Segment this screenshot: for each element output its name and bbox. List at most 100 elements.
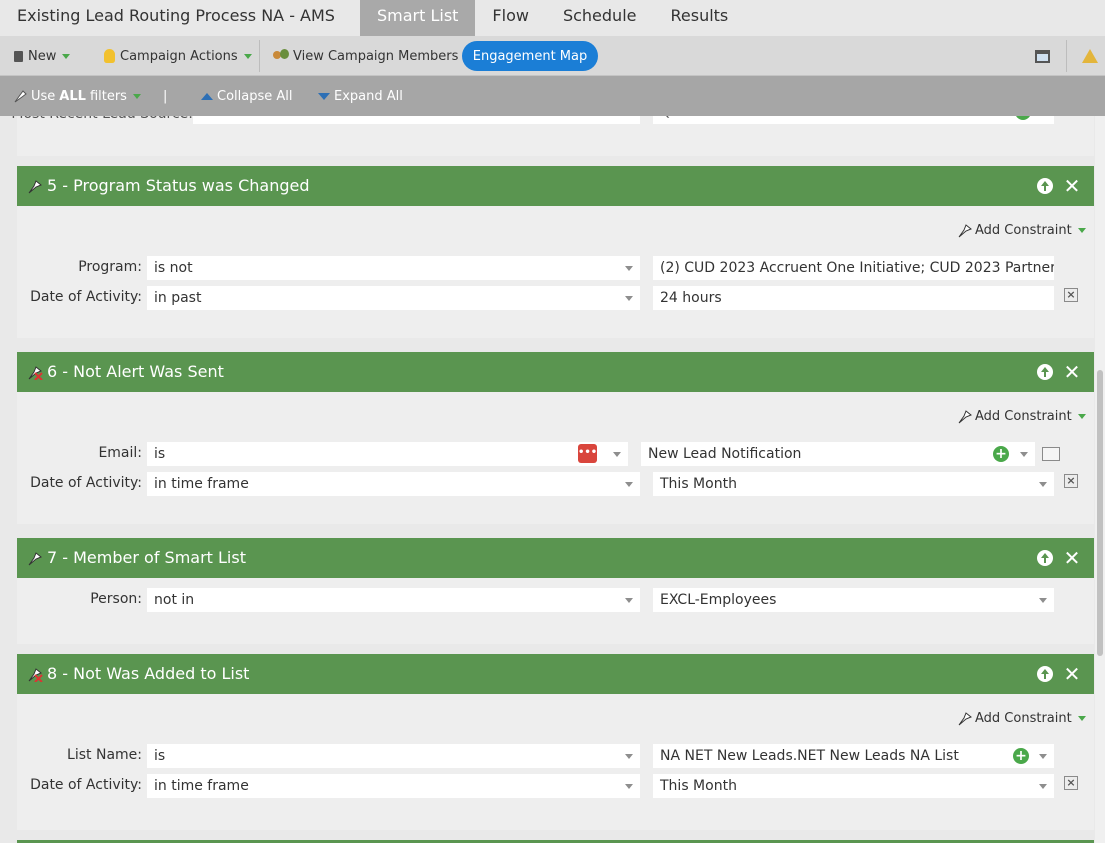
close-icon[interactable]: ✕: [1063, 360, 1081, 384]
list-operator-select[interactable]: is: [147, 744, 640, 768]
pin-icon: [958, 224, 972, 238]
vertical-scrollbar[interactable]: [1095, 116, 1105, 843]
email-value-field[interactable]: New Lead Notification +: [641, 442, 1035, 466]
add-constraint-button[interactable]: Add Constraint: [957, 710, 1086, 726]
filter-not-icon: [28, 668, 43, 682]
date-operator-value: in past: [154, 290, 202, 306]
scrollbar-thumb[interactable]: [1097, 370, 1103, 656]
chevron-down-icon: [1077, 715, 1086, 721]
date-operator-select[interactable]: in past: [147, 286, 640, 310]
collapse-all-button[interactable]: Collapse All: [201, 76, 293, 116]
add-constraint-label: Add Constraint: [975, 222, 1072, 238]
chevron-down-icon: [1077, 413, 1086, 419]
filter-5-header[interactable]: 5 - Program Status was Changed ✕: [17, 166, 1094, 206]
filter-7-title: 7 - Member of Smart List: [47, 548, 246, 567]
expand-all-button[interactable]: Expand All: [318, 76, 403, 116]
date-value: This Month: [660, 476, 737, 492]
close-icon[interactable]: ✕: [1063, 546, 1081, 570]
chevron-down-icon: [1039, 754, 1047, 759]
program-operator-select[interactable]: is not: [147, 256, 640, 280]
chevron-down-icon: [625, 266, 633, 271]
program-operator-value: is not: [154, 260, 193, 276]
program-value-field[interactable]: (2) CUD 2023 Accruent One Initiative; CU…: [653, 256, 1054, 280]
add-constraint-button[interactable]: Add Constraint: [957, 222, 1086, 238]
partial-operator-field[interactable]: is not: [193, 116, 640, 124]
date-value-select[interactable]: This Month: [653, 774, 1054, 798]
collapse-icon: [201, 92, 213, 100]
chevron-down-icon: [1039, 784, 1047, 789]
window-icon[interactable]: [1035, 36, 1050, 76]
toolbar-divider: [259, 40, 260, 72]
close-icon[interactable]: ✕: [1063, 662, 1081, 686]
new-label: New: [28, 48, 57, 64]
engagement-map-button[interactable]: Engagement Map: [462, 41, 598, 71]
filter-not-icon: [28, 366, 43, 380]
remove-constraint-icon[interactable]: ×: [1064, 474, 1078, 488]
chevron-down-icon: [132, 93, 141, 99]
person-operator-select[interactable]: not in: [147, 588, 640, 612]
filter-7-header[interactable]: 7 - Member of Smart List ✕: [17, 538, 1094, 578]
date-operator-value: in time frame: [154, 778, 249, 794]
person-operator-value: not in: [154, 592, 195, 608]
person-label: Person:: [90, 591, 142, 607]
new-button[interactable]: New: [14, 36, 71, 76]
more-options-icon[interactable]: •••: [578, 444, 597, 463]
chevron-down-icon: [62, 53, 71, 59]
email-label: Email:: [98, 445, 142, 461]
preview-icon[interactable]: [1042, 447, 1060, 461]
partial-value-field[interactable]: Qualified Chat: [653, 116, 1054, 124]
email-operator-select[interactable]: is •••: [147, 442, 628, 466]
email-value: New Lead Notification: [648, 446, 802, 462]
move-up-icon[interactable]: [1037, 666, 1053, 682]
add-icon[interactable]: +: [993, 446, 1009, 462]
move-up-icon[interactable]: [1037, 550, 1053, 566]
chevron-down-icon: [1020, 452, 1028, 457]
filter-icon: [28, 180, 42, 194]
filter-6-header[interactable]: 6 - Not Alert Was Sent ✕: [17, 352, 1094, 392]
filters-label: filters: [89, 88, 127, 104]
email-operator-value: is: [154, 446, 166, 462]
pin-icon: [958, 712, 972, 726]
chevron-down-icon: [625, 754, 633, 759]
view-campaign-members-button[interactable]: View Campaign Members: [273, 36, 458, 76]
close-icon[interactable]: ✕: [1063, 174, 1081, 198]
members-icon: [273, 49, 291, 63]
person-value-select[interactable]: EXCL-Employees: [653, 588, 1054, 612]
warning-icon[interactable]: [1082, 36, 1098, 76]
top-tab-bar: Existing Lead Routing Process NA - AMS S…: [0, 0, 1105, 36]
use-all-filters-dropdown[interactable]: Use ALL filters: [13, 76, 141, 116]
list-value-field[interactable]: NA NET New Leads.NET New Leads NA List +: [653, 744, 1054, 768]
view-members-label: View Campaign Members: [293, 48, 459, 64]
tab-smart-list[interactable]: Smart List: [359, 0, 476, 36]
filter-icon: [28, 552, 42, 566]
toolbar-divider: [1066, 40, 1067, 72]
filter-8-header[interactable]: 8 - Not Was Added to List ✕: [17, 654, 1094, 694]
add-icon[interactable]: +: [1013, 748, 1029, 764]
tab-results[interactable]: Results: [653, 0, 745, 36]
all-label: ALL: [59, 88, 86, 104]
expand-icon: [318, 92, 330, 100]
chevron-down-icon: [625, 598, 633, 603]
move-up-icon[interactable]: [1037, 178, 1053, 194]
new-icon: [14, 50, 23, 62]
smart-list-canvas: Most Recent Lead Source: is not Qualifie…: [0, 116, 1105, 843]
list-value: NA NET New Leads.NET New Leads NA List: [660, 748, 959, 764]
program-label: Program:: [78, 259, 142, 275]
date-operator-select[interactable]: in time frame: [147, 774, 640, 798]
chevron-down-icon: [1039, 598, 1047, 603]
date-value-select[interactable]: This Month: [653, 472, 1054, 496]
date-operator-select[interactable]: in time frame: [147, 472, 640, 496]
move-up-icon[interactable]: [1037, 364, 1053, 380]
add-icon[interactable]: +: [1015, 116, 1031, 120]
date-of-activity-label: Date of Activity:: [30, 777, 142, 793]
remove-constraint-icon[interactable]: ×: [1064, 776, 1078, 790]
date-value: This Month: [660, 778, 737, 794]
add-constraint-button[interactable]: Add Constraint: [957, 408, 1086, 424]
date-value-field[interactable]: 24 hours: [653, 286, 1054, 310]
campaign-actions-button[interactable]: Campaign Actions: [104, 36, 252, 76]
add-constraint-label: Add Constraint: [975, 408, 1072, 424]
person-value: EXCL-Employees: [660, 592, 777, 608]
tab-schedule[interactable]: Schedule: [546, 0, 654, 36]
remove-constraint-icon[interactable]: ×: [1064, 288, 1078, 302]
tab-flow[interactable]: Flow: [475, 0, 546, 36]
